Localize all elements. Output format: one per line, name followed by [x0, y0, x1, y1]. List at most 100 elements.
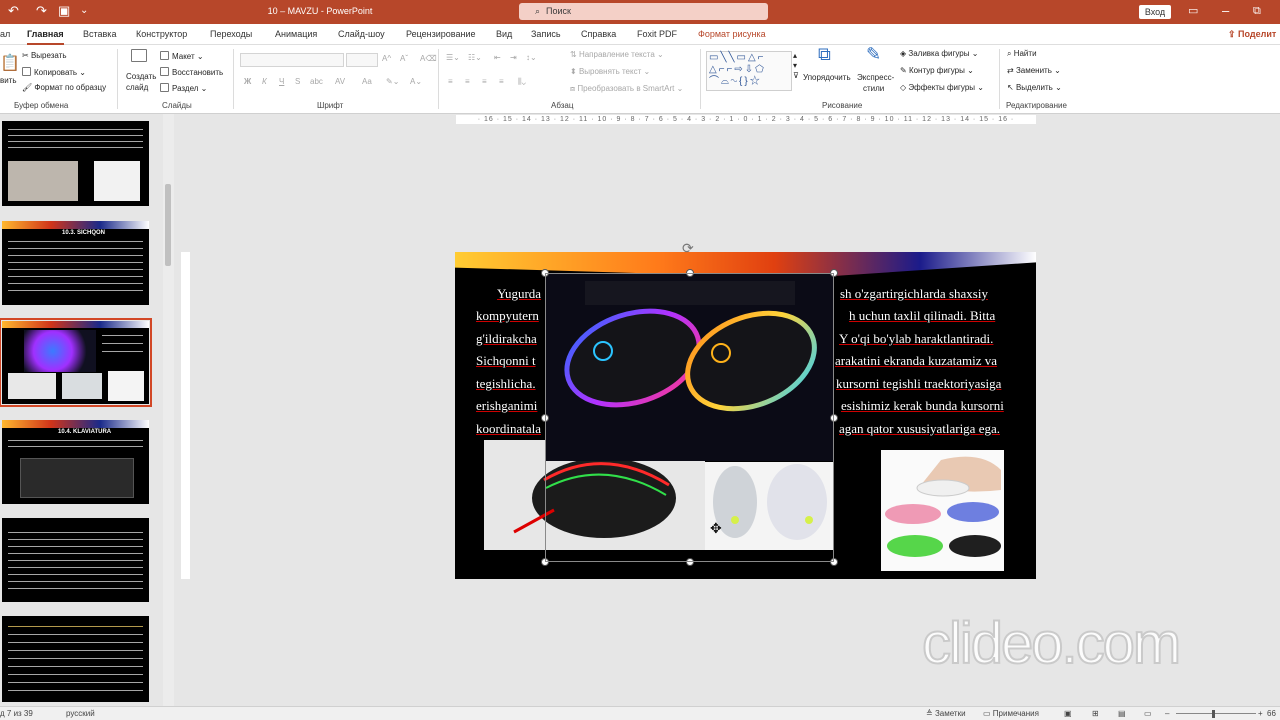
replace-button[interactable]: ⇄ Заменить ⌄: [1007, 66, 1061, 76]
wireless-mouse-photo[interactable]: [705, 462, 834, 550]
smartart-button[interactable]: ⧈ Преобразовать в SmartArt ⌄: [570, 84, 683, 94]
decrease-indent-icon[interactable]: ⇤: [494, 53, 501, 63]
change-case-button[interactable]: Aa: [362, 77, 372, 87]
zoom-slider[interactable]: [1176, 713, 1256, 714]
char-spacing-button[interactable]: AV: [335, 77, 345, 87]
new-slide-button[interactable]: Создать: [126, 72, 156, 82]
clear-format-icon[interactable]: A⌫: [420, 54, 437, 64]
login-button[interactable]: Вход: [1139, 5, 1171, 19]
zoom-level[interactable]: 66: [1267, 707, 1276, 720]
shape-fill-button[interactable]: ◈ Заливка фигуры ⌄: [900, 49, 978, 59]
comments-button[interactable]: ▭ Примечания: [983, 707, 1039, 720]
find-button[interactable]: ⌕ Найти: [1007, 49, 1037, 59]
copy-button[interactable]: Копировать ⌄: [22, 67, 86, 78]
align-center-icon[interactable]: ≡: [465, 77, 470, 87]
numbering-icon[interactable]: ☷⌄: [468, 53, 482, 63]
highlight-icon[interactable]: ✎⌄: [386, 77, 399, 87]
share-button[interactable]: ⇪ Поделит: [1228, 29, 1276, 40]
tab-transitions[interactable]: Переходы: [210, 29, 252, 40]
bullets-icon[interactable]: ☰⌄: [446, 53, 460, 63]
tab-foxit-pdf[interactable]: Foxit PDF: [637, 29, 677, 40]
slide-thumbnail[interactable]: [2, 121, 149, 206]
zoom-slider-thumb[interactable]: [1212, 710, 1215, 718]
restore-icon[interactable]: ⧉: [1253, 4, 1261, 18]
font-family-select[interactable]: [240, 53, 344, 67]
thumbnail-scrollbar[interactable]: [163, 114, 174, 706]
scrollbar-thumb[interactable]: [165, 184, 171, 266]
layout-button[interactable]: Макет ⌄: [160, 51, 204, 62]
bold-button[interactable]: Ж: [244, 77, 251, 87]
tab-review[interactable]: Рецензирование: [406, 29, 476, 40]
tab-slideshow[interactable]: Слайд-шоу: [338, 29, 385, 40]
tab-animations[interactable]: Анимация: [275, 29, 317, 40]
undo-icon[interactable]: ↶: [8, 4, 19, 18]
select-button[interactable]: ↖ Выделить ⌄: [1007, 83, 1062, 93]
tab-file[interactable]: ал: [0, 29, 10, 40]
resize-handle-top-right[interactable]: [830, 269, 838, 277]
resize-handle-top[interactable]: [686, 269, 694, 277]
align-left-icon[interactable]: ≡: [448, 77, 453, 87]
slide-thumbnail[interactable]: [2, 518, 149, 602]
zoom-in-icon[interactable]: +: [1258, 707, 1263, 720]
italic-button[interactable]: К: [262, 77, 267, 87]
slide-thumbnail[interactable]: 10.3. SICHQON: [2, 221, 149, 305]
shape-effects-button[interactable]: ◇ Эффекты фигуры ⌄: [900, 83, 984, 93]
resize-handle-bottom-left[interactable]: [541, 558, 549, 566]
text-direction-button[interactable]: ⇅ Направление текста ⌄: [570, 50, 664, 60]
paste-icon[interactable]: 📋: [0, 56, 20, 72]
new-slide-button-line2[interactable]: слайд: [126, 83, 148, 93]
font-size-select[interactable]: [346, 53, 378, 67]
format-painter-button[interactable]: 🖌 Формат по образцу: [22, 83, 106, 93]
new-slide-icon[interactable]: [131, 49, 150, 64]
shapes-gallery-more-icon[interactable]: ▴ ▾ ⊽: [793, 51, 799, 81]
redo-icon[interactable]: ↷: [36, 4, 47, 18]
tab-help[interactable]: Справка: [581, 29, 616, 40]
align-right-icon[interactable]: ≡: [482, 77, 487, 87]
slide-thumbnail[interactable]: 10.4. KLAVIATURA: [2, 420, 149, 504]
arrange-button[interactable]: Упорядочить: [803, 73, 851, 83]
language-indicator[interactable]: русский: [66, 707, 95, 720]
tab-insert[interactable]: Вставка: [83, 29, 116, 40]
strikethrough-button[interactable]: S: [295, 77, 300, 87]
reading-view-icon[interactable]: ▤: [1118, 707, 1126, 720]
grow-font-icon[interactable]: A^: [382, 54, 391, 64]
rotate-handle-icon[interactable]: ⟳: [682, 240, 694, 257]
shape-outline-button[interactable]: ✎ Контур фигуры ⌄: [900, 66, 974, 76]
justify-icon[interactable]: ≡: [499, 77, 504, 87]
slideshow-view-icon[interactable]: ▭: [1144, 707, 1152, 720]
increase-indent-icon[interactable]: ⇥: [510, 53, 517, 63]
tab-record[interactable]: Запись: [531, 29, 561, 40]
line-spacing-icon[interactable]: ↕⌄: [526, 53, 537, 63]
customize-toolbar-icon[interactable]: ⌄: [80, 4, 88, 18]
slide-thumbnail[interactable]: [2, 616, 149, 702]
paste-button[interactable]: вить: [0, 76, 17, 86]
underline-button[interactable]: Ч: [279, 77, 284, 87]
slide-thumbnail-selected[interactable]: [0, 318, 152, 407]
font-color-icon[interactable]: A⌄: [410, 77, 422, 87]
shapes-gallery[interactable]: ▭╲╲▭△⌐ △⌐⌐⇨⇩⬠ ⌒⌓∿{}☆: [706, 51, 792, 91]
resize-handle-bottom-right[interactable]: [830, 558, 838, 566]
presentation-icon[interactable]: ▣: [58, 4, 70, 18]
colored-mice-photo[interactable]: [881, 450, 1004, 571]
align-text-button[interactable]: ⬍ Выровнять текст ⌄: [570, 67, 650, 77]
quick-styles-icon[interactable]: ✎: [866, 45, 881, 63]
section-button[interactable]: Раздел ⌄: [160, 83, 207, 94]
zoom-out-icon[interactable]: –: [1165, 707, 1169, 720]
shadow-button[interactable]: abc: [310, 77, 323, 87]
resize-handle-top-left[interactable]: [541, 269, 549, 277]
tab-design[interactable]: Конструктор: [136, 29, 187, 40]
quick-styles-button[interactable]: Экспресс-: [857, 73, 894, 83]
slide-sorter-icon[interactable]: ⊞: [1092, 707, 1099, 720]
search-box[interactable]: ⌕ Поиск: [519, 3, 768, 20]
normal-view-icon[interactable]: ▣: [1064, 707, 1072, 720]
ribbon-display-icon[interactable]: ▭: [1188, 4, 1198, 18]
selected-picture-rgb-mice[interactable]: [545, 273, 834, 461]
resize-handle-left[interactable]: [541, 414, 549, 422]
arrange-icon[interactable]: ⧉: [818, 45, 831, 63]
notes-button[interactable]: ≜ Заметки: [926, 707, 966, 720]
resize-handle-bottom[interactable]: [686, 558, 694, 566]
quick-styles-button-line2[interactable]: стили: [863, 84, 884, 94]
tab-view[interactable]: Вид: [496, 29, 512, 40]
reset-button[interactable]: Восстановить: [160, 67, 223, 78]
resize-handle-right[interactable]: [830, 414, 838, 422]
